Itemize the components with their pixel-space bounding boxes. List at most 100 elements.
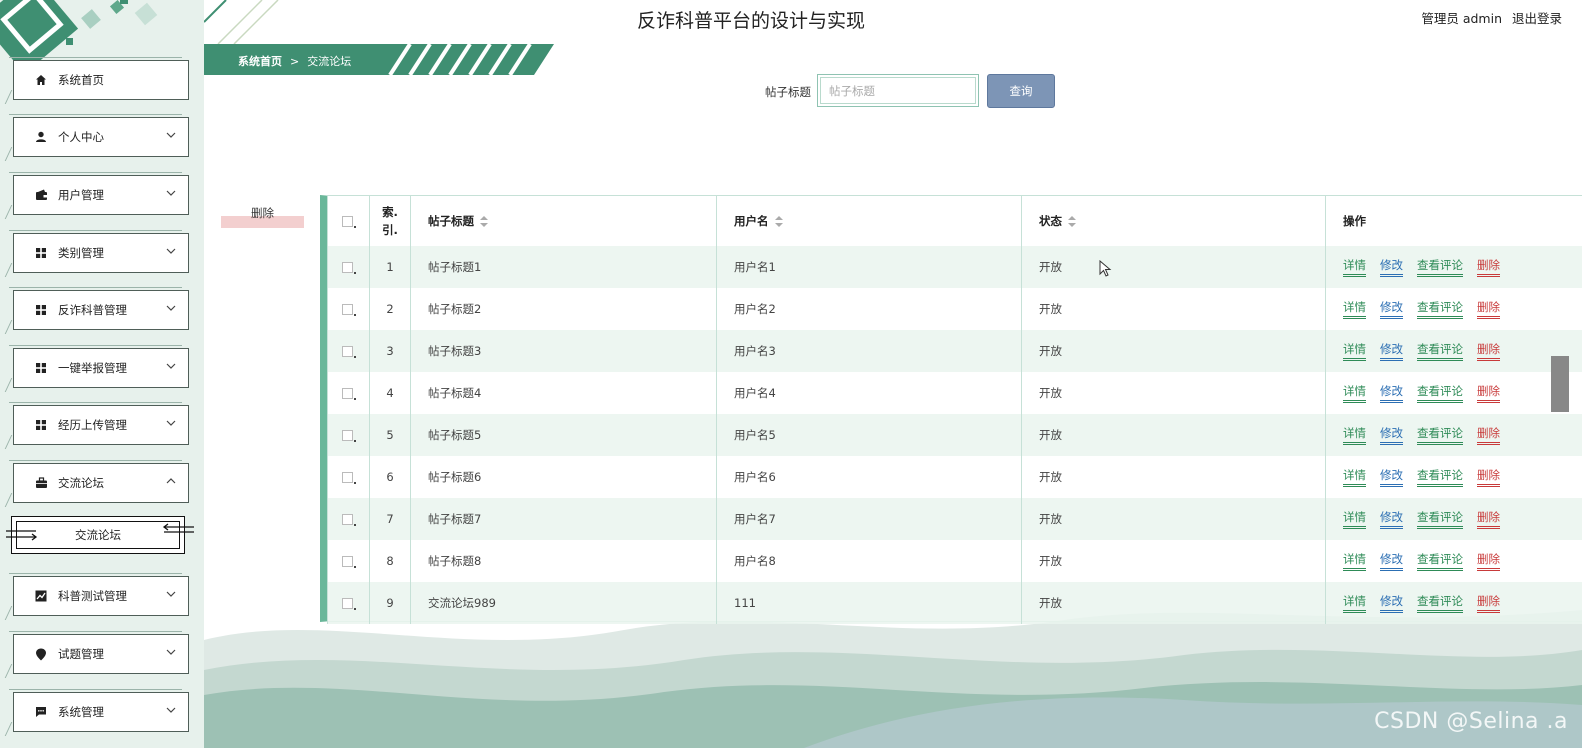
table-row: 7 帖子标题7 用户名7 开放 详情 修改 查看评论 删除 xyxy=(327,498,1582,540)
sidebar-item-5[interactable]: 一键举报管理 xyxy=(9,345,189,388)
row-actions: 详情 修改 查看评论 删除 xyxy=(1325,456,1582,498)
table-row: 4 帖子标题4 用户名4 开放 详情 修改 查看评论 删除 xyxy=(327,372,1582,414)
edit-link[interactable]: 修改 xyxy=(1380,510,1403,529)
detail-link[interactable]: 详情 xyxy=(1343,468,1366,487)
row-checkbox[interactable] xyxy=(327,540,370,582)
row-checkbox[interactable] xyxy=(327,414,370,456)
sidebar-item-0[interactable]: 系统首页 xyxy=(9,57,189,100)
row-index: 9 xyxy=(369,582,411,624)
edit-link[interactable]: 修改 xyxy=(1380,468,1403,487)
sidebar-item-8[interactable]: 科普测试管理 xyxy=(9,573,189,616)
sidebar-item-3[interactable]: 类别管理 xyxy=(9,230,189,273)
sidebar-item-label: 反诈科普管理 xyxy=(58,303,127,317)
chart-icon xyxy=(34,589,48,603)
view-comments-link[interactable]: 查看评论 xyxy=(1417,426,1463,445)
grid-icon xyxy=(34,361,48,375)
table-row: 5 帖子标题5 用户名5 开放 详情 修改 查看评论 删除 xyxy=(327,414,1582,456)
batch-delete-button[interactable]: 删除 xyxy=(221,204,304,228)
chevron-down-icon xyxy=(166,305,176,311)
view-comments-link[interactable]: 查看评论 xyxy=(1417,510,1463,529)
row-checkbox[interactable] xyxy=(327,456,370,498)
view-comments-link[interactable]: 查看评论 xyxy=(1417,594,1463,613)
sidebar-item-4[interactable]: 反诈科普管理 xyxy=(9,287,189,330)
logout-link[interactable]: 退出登录 xyxy=(1512,11,1562,26)
sidebar-item-label: 类别管理 xyxy=(58,246,104,260)
edit-link[interactable]: 修改 xyxy=(1380,426,1403,445)
breadcrumb-current: 交流论坛 xyxy=(307,55,352,68)
sidebar-item-9[interactable]: 试题管理 xyxy=(9,631,189,674)
detail-link[interactable]: 详情 xyxy=(1343,384,1366,403)
sidebar-item-10[interactable]: 系统管理 xyxy=(9,689,189,732)
delete-link[interactable]: 删除 xyxy=(1477,468,1500,487)
row-checkbox[interactable] xyxy=(327,372,370,414)
delete-link[interactable]: 删除 xyxy=(1477,342,1500,361)
breadcrumb-home[interactable]: 系统首页 xyxy=(238,55,282,68)
sidebar-item-7[interactable]: 交流论坛 xyxy=(9,460,189,503)
chevron-down-icon xyxy=(166,363,176,369)
view-comments-link[interactable]: 查看评论 xyxy=(1417,468,1463,487)
data-table-container: 索. 引. 帖子标题 用户名 状态 操作 1 帖子标题1 用户名1 开放 详情 修改 查看评论… xyxy=(320,195,1582,624)
grid-icon xyxy=(34,418,48,432)
column-header-username[interactable]: 用户名 xyxy=(716,196,1022,246)
delete-link[interactable]: 删除 xyxy=(1477,384,1500,403)
scrollbar-thumb[interactable] xyxy=(1551,356,1569,412)
view-comments-link[interactable]: 查看评论 xyxy=(1417,258,1463,277)
sidebar-item-label: 试题管理 xyxy=(58,647,104,661)
detail-link[interactable]: 详情 xyxy=(1343,594,1366,613)
view-comments-link[interactable]: 查看评论 xyxy=(1417,552,1463,571)
sort-icon[interactable] xyxy=(1068,216,1076,227)
chevron-down-icon xyxy=(166,190,176,196)
chevron-down-icon xyxy=(166,591,176,597)
search-input[interactable] xyxy=(820,77,976,104)
delete-link[interactable]: 删除 xyxy=(1477,426,1500,445)
delete-link[interactable]: 删除 xyxy=(1477,510,1500,529)
data-table: 索. 引. 帖子标题 用户名 状态 操作 1 帖子标题1 用户名1 开放 详情 修改 查看评论… xyxy=(327,196,1582,624)
view-comments-link[interactable]: 查看评论 xyxy=(1417,384,1463,403)
sidebar-item-2[interactable]: 用户管理 xyxy=(9,172,189,215)
edit-link[interactable]: 修改 xyxy=(1380,300,1403,319)
row-checkbox[interactable] xyxy=(327,582,370,624)
column-header-title[interactable]: 帖子标题 xyxy=(410,196,717,246)
edit-link[interactable]: 修改 xyxy=(1380,384,1403,403)
delete-link[interactable]: 删除 xyxy=(1477,300,1500,319)
edit-link[interactable]: 修改 xyxy=(1380,594,1403,613)
sort-icon[interactable] xyxy=(774,216,783,227)
select-all-checkbox[interactable] xyxy=(327,196,370,246)
row-actions: 详情 修改 查看评论 删除 xyxy=(1325,330,1582,372)
sidebar-subitem-forum[interactable]: 交流论坛 xyxy=(6,516,194,554)
arrow-right-icon xyxy=(6,530,38,541)
row-username: 用户名7 xyxy=(716,498,1022,540)
table-header-row: 索. 引. 帖子标题 用户名 状态 操作 xyxy=(327,196,1582,246)
sidebar-item-1[interactable]: 个人中心 xyxy=(9,114,189,157)
row-username: 用户名5 xyxy=(716,414,1022,456)
row-checkbox[interactable] xyxy=(327,330,370,372)
column-header-status[interactable]: 状态 xyxy=(1021,196,1326,246)
row-checkbox[interactable] xyxy=(327,498,370,540)
row-index: 1 xyxy=(369,246,411,288)
delete-link[interactable]: 删除 xyxy=(1477,258,1500,277)
column-header-index: 索. 引. xyxy=(369,196,411,246)
view-comments-link[interactable]: 查看评论 xyxy=(1417,342,1463,361)
detail-link[interactable]: 详情 xyxy=(1343,258,1366,277)
detail-link[interactable]: 详情 xyxy=(1343,342,1366,361)
edit-link[interactable]: 修改 xyxy=(1380,342,1403,361)
delete-link[interactable]: 删除 xyxy=(1477,552,1500,571)
row-checkbox[interactable] xyxy=(327,288,370,330)
detail-link[interactable]: 详情 xyxy=(1343,552,1366,571)
sidebar-item-label: 系统管理 xyxy=(58,705,104,719)
delete-link[interactable]: 删除 xyxy=(1477,594,1500,613)
grid-icon xyxy=(34,303,48,317)
detail-link[interactable]: 详情 xyxy=(1343,426,1366,445)
wallet-icon xyxy=(34,188,48,202)
detail-link[interactable]: 详情 xyxy=(1343,510,1366,529)
edit-link[interactable]: 修改 xyxy=(1380,552,1403,571)
sidebar-item-6[interactable]: 经历上传管理 xyxy=(9,402,189,445)
sort-icon[interactable] xyxy=(480,216,488,227)
search-button[interactable]: 查询 xyxy=(987,74,1055,108)
row-checkbox[interactable] xyxy=(327,246,370,288)
row-actions: 详情 修改 查看评论 删除 xyxy=(1325,582,1582,624)
view-comments-link[interactable]: 查看评论 xyxy=(1417,300,1463,319)
message-icon xyxy=(34,705,48,719)
edit-link[interactable]: 修改 xyxy=(1380,258,1403,277)
detail-link[interactable]: 详情 xyxy=(1343,300,1366,319)
